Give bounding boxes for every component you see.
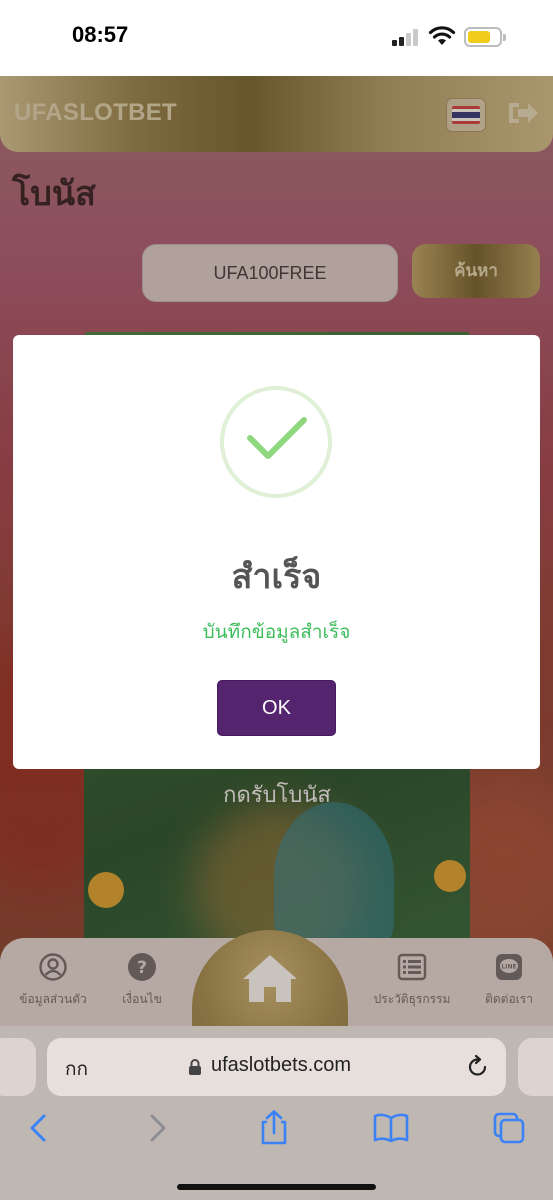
home-indicator: [177, 1184, 376, 1190]
lock-icon: [189, 1059, 201, 1075]
forward-icon[interactable]: [138, 1110, 178, 1146]
next-tab-preview[interactable]: [518, 1038, 553, 1096]
bookmarks-icon[interactable]: [371, 1110, 411, 1146]
wifi-icon: [428, 26, 456, 45]
tabs-icon[interactable]: [489, 1110, 529, 1146]
address-bar[interactable]: กก ufaslotbets.com: [47, 1038, 506, 1096]
success-dialog: สำเร็จ บันทึกข้อมูลสำเร็จ OK: [13, 335, 540, 769]
reload-icon[interactable]: [467, 1054, 489, 1078]
previous-tab-preview[interactable]: [0, 1038, 36, 1096]
dialog-title: สำเร็จ: [231, 557, 322, 597]
success-check-icon: [220, 386, 332, 498]
status-time: 08:57: [72, 22, 129, 47]
share-icon[interactable]: [254, 1110, 294, 1146]
url-text: ufaslotbets.com: [211, 1054, 352, 1076]
cellular-signal-icon: [392, 28, 422, 46]
battery-icon: [464, 27, 506, 47]
status-bar: 08:57: [0, 0, 553, 76]
browser-toolbar: กก ufaslotbets.com: [0, 1026, 553, 1200]
back-icon[interactable]: [18, 1110, 58, 1146]
page-settings-button[interactable]: กก: [65, 1054, 88, 1084]
dialog-message: บันทึกข้อมูลสำเร็จ: [202, 621, 351, 643]
ok-button[interactable]: OK: [217, 680, 336, 736]
